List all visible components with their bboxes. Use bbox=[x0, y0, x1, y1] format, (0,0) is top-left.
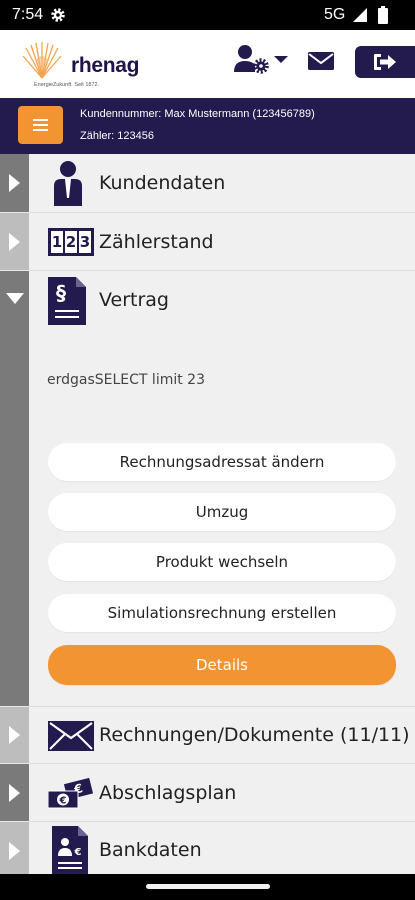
person-icon bbox=[54, 161, 82, 206]
system-navigation-bar bbox=[0, 874, 415, 900]
chevron-down-icon[interactable] bbox=[6, 293, 24, 305]
relocation-button[interactable]: Umzug bbox=[48, 493, 396, 531]
tariff-name: erdgasSELECT limit 23 bbox=[47, 372, 205, 388]
contract-document-icon: § bbox=[48, 277, 86, 325]
customer-number-text: Kundennummer: Max Mustermann (123456789) bbox=[80, 108, 315, 120]
section-zaehlerstand[interactable]: 1 2 3 Zählerstand bbox=[0, 213, 415, 270]
section-abschlagsplan[interactable]: € € Abschlagsplan bbox=[0, 764, 415, 821]
meter-counter-icon: 1 2 3 bbox=[48, 228, 94, 256]
mail-icon[interactable] bbox=[308, 52, 334, 74]
change-billing-recipient-button[interactable]: Rechnungsadressat ändern bbox=[48, 443, 396, 481]
change-product-button[interactable]: Produkt wechseln bbox=[48, 543, 396, 581]
status-bar: 7:54 5G bbox=[0, 0, 415, 30]
section-bankdaten[interactable]: € Bankdaten bbox=[0, 822, 415, 874]
chevron-right-icon bbox=[9, 233, 20, 251]
settings-gear-icon bbox=[50, 7, 66, 27]
section-label[interactable]: Vertrag bbox=[99, 289, 169, 311]
logo-sun-icon bbox=[22, 42, 62, 79]
section-label: Rechnungen/Dokumente (11/11) bbox=[99, 724, 410, 746]
content-area: Kundendaten 1 2 3 Zählerstand § Vertrag … bbox=[0, 154, 415, 874]
section-kundendaten[interactable]: Kundendaten bbox=[0, 154, 415, 212]
customer-info-bar: Kundennummer: Max Mustermann (123456789)… bbox=[0, 98, 415, 154]
section-label: Zählerstand bbox=[99, 231, 214, 253]
bank-document-icon: € bbox=[52, 826, 88, 874]
chevron-down-icon bbox=[274, 56, 288, 63]
section-rechnungen[interactable]: Rechnungen/Dokumente (11/11) bbox=[0, 707, 415, 763]
section-label: Kundendaten bbox=[99, 172, 226, 194]
battery-icon bbox=[378, 6, 388, 28]
rhenag-logo[interactable]: rhenag EnergieZukunft. Seit 1872. bbox=[18, 40, 140, 90]
app-header: rhenag EnergieZukunft. Seit 1872. bbox=[0, 30, 415, 98]
chevron-right-icon bbox=[9, 174, 20, 192]
section-vertrag: § Vertrag erdgasSELECT limit 23 Rechnung… bbox=[0, 271, 415, 706]
section-label: Abschlagsplan bbox=[99, 782, 237, 804]
signal-icon bbox=[352, 7, 368, 27]
home-gesture-handle[interactable] bbox=[146, 884, 270, 889]
euro-cards-icon: € € bbox=[48, 777, 94, 809]
chevron-right-icon bbox=[9, 784, 20, 802]
meter-number-text: Zähler: 123456 bbox=[80, 130, 154, 142]
logo-text: rhenag bbox=[71, 54, 140, 77]
svg-text:€: € bbox=[59, 796, 67, 807]
status-time: 7:54 bbox=[12, 6, 44, 23]
hamburger-menu-button[interactable] bbox=[18, 106, 63, 144]
chevron-right-icon bbox=[9, 726, 20, 744]
network-type: 5G bbox=[324, 6, 346, 23]
logout-icon bbox=[374, 54, 396, 70]
details-button[interactable]: Details bbox=[48, 645, 396, 685]
create-simulation-invoice-button[interactable]: Simulationsrechnung erstellen bbox=[48, 594, 396, 632]
envelope-icon bbox=[48, 721, 94, 751]
svg-text:€: € bbox=[74, 847, 82, 858]
section-label: Bankdaten bbox=[99, 839, 202, 861]
logout-button[interactable] bbox=[355, 46, 415, 78]
chevron-right-icon bbox=[9, 842, 20, 860]
user-settings-icon[interactable] bbox=[234, 44, 290, 80]
logo-subtitle: EnergieZukunft. Seit 1872. bbox=[34, 82, 100, 88]
